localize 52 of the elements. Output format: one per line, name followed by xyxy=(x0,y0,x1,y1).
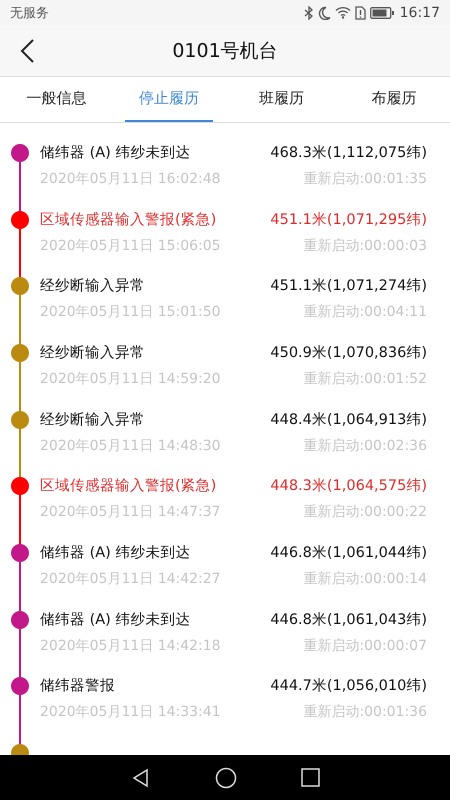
event-length: 448.4米(1,064,913纬) xyxy=(270,410,427,430)
restart-duration: 重新启动:00:00:22 xyxy=(303,503,427,522)
clock-time: 16:17 xyxy=(400,4,440,20)
tab[interactable]: 一般信息 xyxy=(0,77,112,122)
event-time: 2020年05月11日 14:59:20 xyxy=(40,370,221,389)
event-time: 2020年05月11日 14:42:18 xyxy=(40,636,221,656)
event-length: 451.1米(1,071,274纬) xyxy=(270,277,427,296)
event-name: 储纬器 (A) 纬纱未到达 xyxy=(40,544,190,563)
sim-alert-icon xyxy=(354,6,366,20)
restart-duration: 重新启动:00:02:36 xyxy=(303,436,427,456)
event-name: 经纱断输入异常 xyxy=(40,277,145,296)
back-nav-button[interactable] xyxy=(130,768,150,788)
event-length: 448.3米(1,064,575纬) xyxy=(270,477,427,496)
back-icon[interactable] xyxy=(18,38,36,64)
event-time: 2020年05月11日 14:47:37 xyxy=(40,503,221,522)
carrier-text: 无服务 xyxy=(10,4,50,22)
bluetooth-icon xyxy=(304,6,314,20)
event-length: 450.9米(1,070,836纬) xyxy=(270,344,427,363)
tab[interactable]: 停止履历 xyxy=(112,77,225,122)
event-length: 444.7米(1,056,010纬) xyxy=(270,677,427,696)
home-nav-button[interactable] xyxy=(214,766,236,788)
tab[interactable]: 布履历 xyxy=(338,77,450,122)
restart-duration: 重新启动:00:00:14 xyxy=(303,570,427,589)
event-length: 446.8米(1,061,043纬) xyxy=(270,610,427,630)
event-time: 2020年05月11日 16:02:48 xyxy=(40,170,221,189)
battery-icon xyxy=(370,6,394,18)
event-name: 经纱断输入异常 xyxy=(40,344,145,363)
tab[interactable]: 班履历 xyxy=(225,77,338,122)
event-time: 2020年05月11日 15:01:50 xyxy=(40,303,221,322)
recents-nav-button[interactable] xyxy=(300,768,320,787)
event-name: 储纬器警报 xyxy=(40,677,115,696)
restart-duration: 重新启动:00:00:07 xyxy=(303,636,427,656)
event-length: 446.8米(1,061,044纬) xyxy=(270,544,427,563)
page-title: 0101号机台 xyxy=(172,38,278,64)
restart-duration: 重新启动:00:04:11 xyxy=(303,303,427,322)
restart-duration: 重新启动:00:01:36 xyxy=(303,703,427,722)
restart-duration: 重新启动:00:01:35 xyxy=(303,170,427,189)
event-time: 2020年05月11日 15:06:05 xyxy=(40,236,221,256)
event-length: 451.1米(1,071,295纬) xyxy=(270,210,427,230)
event-time: 2020年05月11日 14:48:30 xyxy=(40,436,221,456)
event-time: 2020年05月11日 14:33:41 xyxy=(40,703,221,722)
event-length: 468.3米(1,112,075纬) xyxy=(270,144,427,163)
event-name: 储纬器 (A) 纬纱未到达 xyxy=(40,144,190,163)
event-name: 经纱断输入异常 xyxy=(40,410,145,430)
wifi-icon xyxy=(334,6,351,19)
event-name: 区域传感器输入警报(紧急) xyxy=(40,210,216,230)
restart-duration: 重新启动:00:00:03 xyxy=(303,236,427,256)
event-name: 区域传感器输入警报(紧急) xyxy=(40,477,216,496)
event-time: 2020年05月11日 14:42:27 xyxy=(40,570,221,589)
moon-icon xyxy=(318,6,331,20)
restart-duration: 重新启动:00:01:52 xyxy=(303,370,427,389)
event-name: 储纬器 (A) 纬纱未到达 xyxy=(40,610,190,630)
